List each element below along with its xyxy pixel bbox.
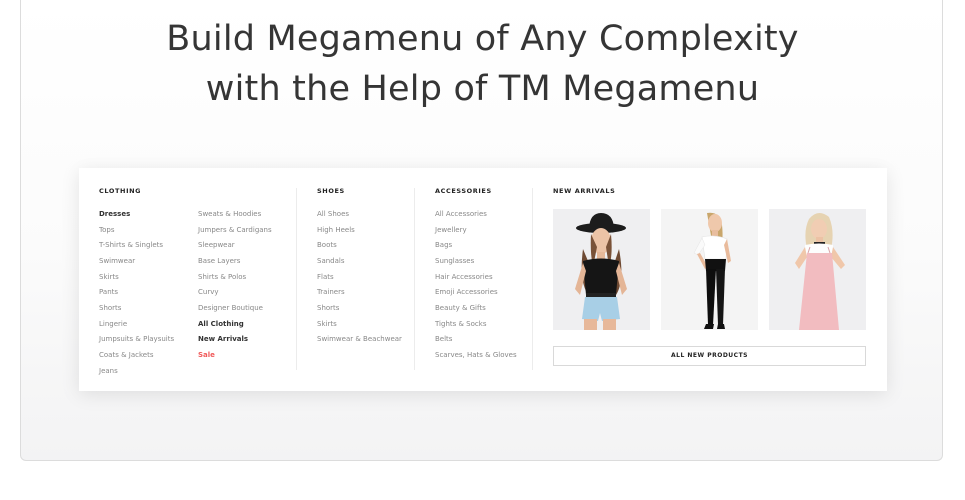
menu-link-belts[interactable]: Belts xyxy=(435,332,517,348)
menu-link-trainers[interactable]: Trainers xyxy=(317,285,402,301)
menu-link-sleepwear[interactable]: Sleepwear xyxy=(198,238,272,254)
headline-line-2: with the Help of TM Megamenu xyxy=(205,69,760,109)
menu-link-sale[interactable]: Sale xyxy=(198,348,272,364)
menu-link-all-clothing[interactable]: All Clothing xyxy=(198,317,272,333)
menu-link-jeans[interactable]: Jeans xyxy=(99,364,174,380)
menu-link-boots[interactable]: Boots xyxy=(317,238,402,254)
menu-link-shoes-skirts[interactable]: Skirts xyxy=(317,317,402,333)
menu-link-curvy[interactable]: Curvy xyxy=(198,285,272,301)
menu-link-new-arrivals[interactable]: New Arrivals xyxy=(198,332,272,348)
menu-link-shirts-polos[interactable]: Shirts & Polos xyxy=(198,270,272,286)
menu-link-designer-boutique[interactable]: Designer Boutique xyxy=(198,301,272,317)
menu-link-flats[interactable]: Flats xyxy=(317,270,402,286)
product-image[interactable] xyxy=(769,209,866,330)
menu-link-dresses[interactable]: Dresses xyxy=(99,207,174,223)
shoes-title[interactable]: SHOES xyxy=(317,187,345,195)
menu-link-all-accessories[interactable]: All Accessories xyxy=(435,207,517,223)
menu-link-jumpsuits-playsuits[interactable]: Jumpsuits & Playsuits xyxy=(99,332,174,348)
menu-link-beauty-gifts[interactable]: Beauty & Gifts xyxy=(435,301,517,317)
column-divider xyxy=(532,188,533,370)
clothing-title[interactable]: CLOTHING xyxy=(99,187,141,195)
menu-link-scarves-hats-gloves[interactable]: Scarves, Hats & Gloves xyxy=(435,348,517,364)
menu-link-bags[interactable]: Bags xyxy=(435,238,517,254)
menu-link-coats-jackets[interactable]: Coats & Jackets xyxy=(99,348,174,364)
menu-link-sunglasses[interactable]: Sunglasses xyxy=(435,254,517,270)
clothing-list-2: Sweats & Hoodies Jumpers & Cardigans Sle… xyxy=(198,207,272,364)
headline-line-1: Build Megamenu of Any Complexity xyxy=(166,19,799,59)
clothing-list-1: Dresses Tops T-Shirts & Singlets Swimwea… xyxy=(99,207,174,379)
megamenu-panel: CLOTHING Dresses Tops T-Shirts & Singlet… xyxy=(79,168,887,391)
menu-link-skirts[interactable]: Skirts xyxy=(99,270,174,286)
menu-link-tights-socks[interactable]: Tights & Socks xyxy=(435,317,517,333)
column-divider xyxy=(296,188,297,370)
accessories-title[interactable]: ACCESSORIES xyxy=(435,187,492,195)
new-arrivals-title[interactable]: NEW ARRIVALS xyxy=(553,187,615,195)
menu-link-swimwear-beachwear[interactable]: Swimwear & Beachwear xyxy=(317,332,402,348)
shoes-list: All Shoes High Heels Boots Sandals Flats… xyxy=(317,207,402,348)
menu-link-pants[interactable]: Pants xyxy=(99,285,174,301)
column-divider xyxy=(414,188,415,370)
menu-link-jewellery[interactable]: Jewellery xyxy=(435,223,517,239)
product-image[interactable] xyxy=(661,209,758,330)
menu-link-sandals[interactable]: Sandals xyxy=(317,254,402,270)
menu-link-base-layers[interactable]: Base Layers xyxy=(198,254,272,270)
menu-link-shoes-shorts[interactable]: Shorts xyxy=(317,301,402,317)
menu-link-tshirts-singlets[interactable]: T-Shirts & Singlets xyxy=(99,238,174,254)
product-image[interactable] xyxy=(553,209,650,330)
menu-link-sweats-hoodies[interactable]: Sweats & Hoodies xyxy=(198,207,272,223)
menu-link-lingerie[interactable]: Lingerie xyxy=(99,317,174,333)
menu-link-all-shoes[interactable]: All Shoes xyxy=(317,207,402,223)
accessories-list: All Accessories Jewellery Bags Sunglasse… xyxy=(435,207,517,364)
all-new-products-button[interactable]: ALL NEW PRODUCTS xyxy=(553,346,866,366)
menu-link-jumpers-cardigans[interactable]: Jumpers & Cardigans xyxy=(198,223,272,239)
menu-link-hair-accessories[interactable]: Hair Accessories xyxy=(435,270,517,286)
headline: Build Megamenu of Any Complexity with th… xyxy=(0,14,965,114)
menu-link-tops[interactable]: Tops xyxy=(99,223,174,239)
menu-link-shorts[interactable]: Shorts xyxy=(99,301,174,317)
menu-link-emoji-accessories[interactable]: Emoji Accessories xyxy=(435,285,517,301)
menu-link-high-heels[interactable]: High Heels xyxy=(317,223,402,239)
menu-link-swimwear[interactable]: Swimwear xyxy=(99,254,174,270)
